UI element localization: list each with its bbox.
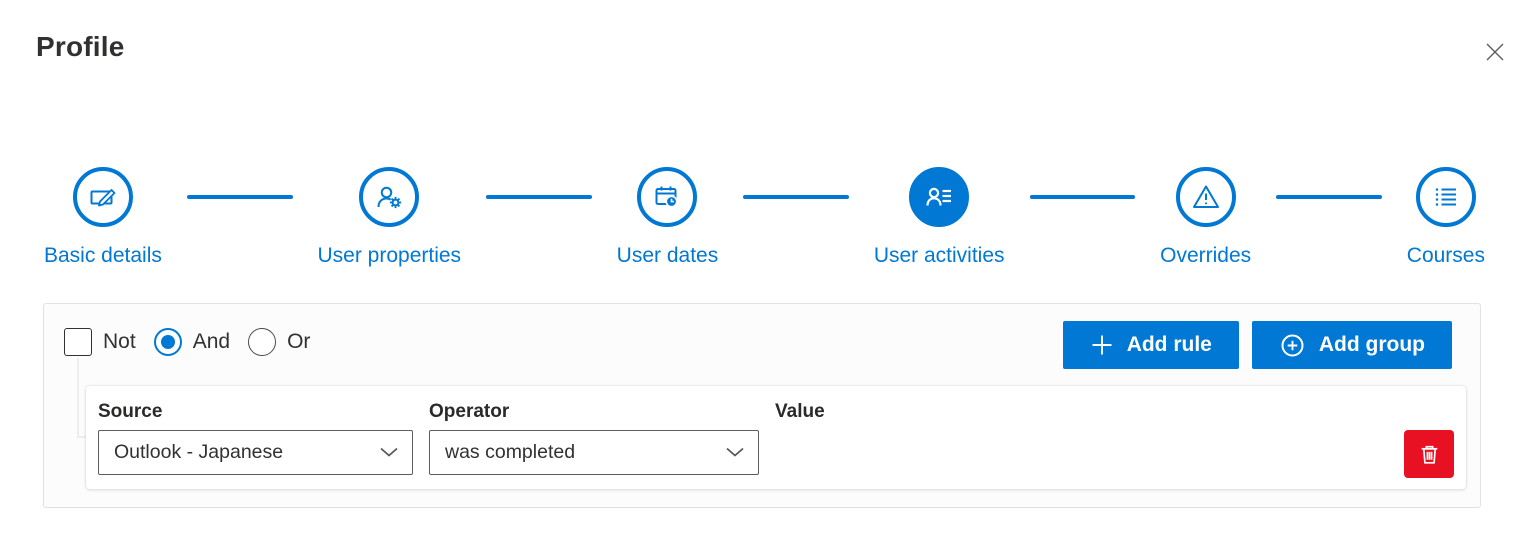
step-user-activities[interactable]: User activities [874,167,1005,269]
operator-label: Operator [429,401,510,422]
source-dropdown[interactable]: Outlook - Japanese [98,430,413,475]
step-label: Basic details [44,244,162,267]
calendar-clock-icon [655,186,678,208]
step-circle [72,167,133,227]
add-group-label: Add group [1318,333,1425,356]
and-radio[interactable] [153,328,182,356]
user-settings-icon [377,186,402,209]
source-selected-value: Outlook - Japanese [114,441,284,463]
step-overrides[interactable]: Overrides [1160,167,1251,269]
step-circle [1175,167,1236,227]
step-basic-details[interactable]: Basic details [44,167,162,269]
panel-actions: Add rule Add group [1062,321,1452,369]
chevron-down-icon [380,447,398,457]
step-courses[interactable]: Courses [1407,167,1485,269]
user-activities-icon [926,187,952,206]
delete-rule-button[interactable] [1404,430,1454,478]
operator-dropdown[interactable]: was completed [429,430,759,475]
and-label: And [192,330,231,353]
add-rule-label: Add rule [1126,333,1212,356]
rule-builder-panel: Not And Or Add rule Add group Source Ope… [43,303,1481,508]
stepper-connector [1029,195,1136,199]
circle-plus-icon [1281,334,1304,356]
step-label: User activities [873,244,1005,267]
or-radio[interactable] [248,328,277,356]
step-label: User properties [317,244,462,267]
stepper-connector [486,195,592,199]
add-group-button[interactable]: Add group [1251,321,1452,369]
step-circle [909,167,970,227]
not-checkbox[interactable] [64,328,92,356]
warning-triangle-icon [1192,185,1219,208]
step-label: Overrides [1160,244,1252,267]
logic-operator-row: Not And Or [64,328,319,356]
trash-icon [1421,445,1437,464]
add-rule-button[interactable]: Add rule [1062,321,1239,369]
stepper-connector [186,195,293,199]
page-title: Profile [36,31,125,62]
stepper-connector [743,195,849,199]
step-circle [359,167,420,227]
plus-icon [1092,335,1112,355]
bulleted-list-icon [1435,188,1456,206]
close-icon [1486,43,1504,61]
step-circle [637,167,698,227]
wizard-stepper: Basic details User properties User dates… [0,167,1529,269]
rule-row: Source Operator Value Outlook - Japanese… [86,386,1466,489]
chevron-down-icon [726,447,744,457]
step-user-properties[interactable]: User properties [317,167,462,269]
close-button[interactable] [1479,36,1511,68]
stepper-connector [1276,195,1382,199]
step-label: User dates [616,244,719,267]
value-field-empty [775,430,1388,478]
step-label: Courses [1406,244,1485,267]
or-label: Or [287,330,311,353]
step-user-dates[interactable]: User dates [616,167,719,269]
edit-icon [90,189,116,207]
value-label: Value [775,401,825,422]
not-label: Not [103,330,136,353]
operator-selected-value: was completed [445,441,576,463]
source-label: Source [98,401,163,422]
step-circle [1415,167,1476,227]
